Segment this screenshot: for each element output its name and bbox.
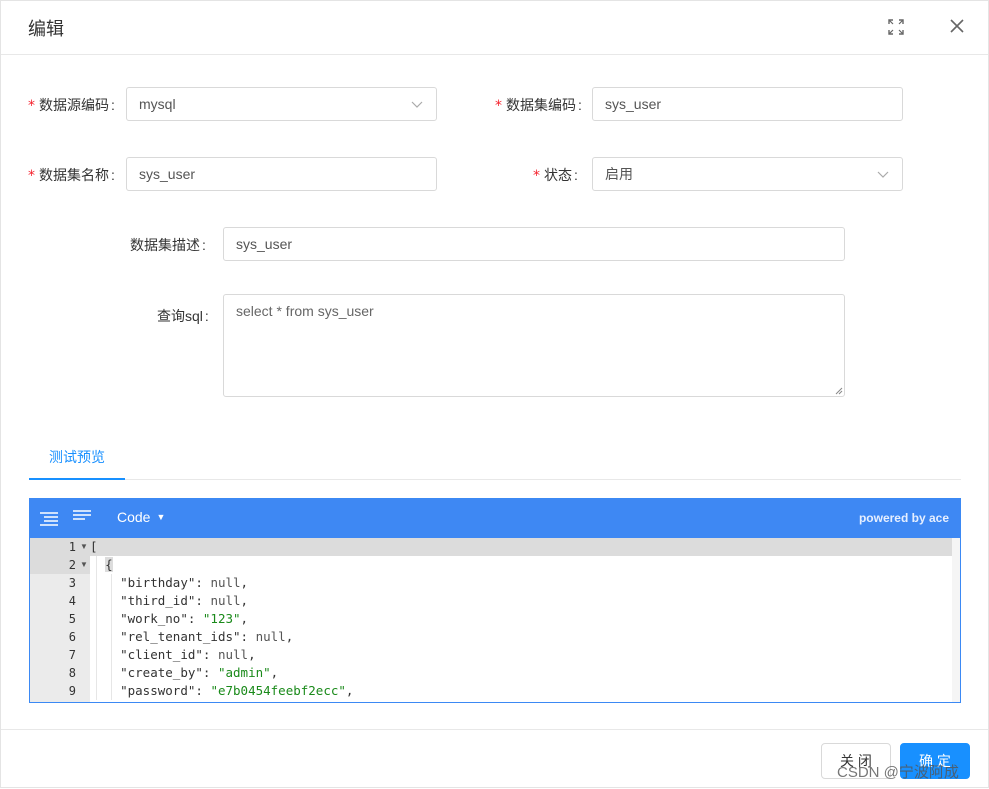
code-line: "rel_tenant_ids": null, xyxy=(120,629,294,644)
json-key: "rel_tenant_ids" xyxy=(120,629,241,644)
editor-scrollbar[interactable] xyxy=(952,538,960,702)
line-number: 8 xyxy=(68,666,76,680)
query-sql-label: 查询sql: xyxy=(157,308,209,324)
dialog-header: 编辑 xyxy=(1,1,988,55)
compact-icon[interactable] xyxy=(72,507,92,527)
code-line: [ xyxy=(90,538,952,556)
json-key: "client_id" xyxy=(120,647,203,662)
json-value: null xyxy=(210,575,241,590)
required-mark: * xyxy=(28,98,35,114)
dataset-desc-input[interactable]: sys_user xyxy=(223,227,845,261)
line-number: 9 xyxy=(68,684,76,698)
editor-gutter: 1 ▼ 2 ▼ 3 4 5 6 7 8 9 xyxy=(30,538,90,702)
code-line: "client_id": null, xyxy=(120,647,256,662)
status-label: * 状态: xyxy=(533,167,578,184)
edit-dialog: 编辑 * 数据源编码: mysql * 数据集编码: sys_user * 数据集名称… xyxy=(0,0,989,788)
query-sql-textarea[interactable]: select * from sys_user xyxy=(223,294,845,397)
code-line: { xyxy=(90,556,952,574)
json-key: "password" xyxy=(120,683,196,698)
json-key: "birthday" xyxy=(120,575,196,590)
json-key: "work_no" xyxy=(120,611,188,626)
datasource-code-value: mysql xyxy=(139,96,176,112)
preview-tabs: 测试预览 xyxy=(29,437,961,480)
json-value: "123" xyxy=(202,611,241,626)
dataset-code-input[interactable]: sys_user xyxy=(592,87,903,121)
json-value: "e7b0454feebf2ecc" xyxy=(210,683,346,698)
json-bracket: [ xyxy=(90,539,98,554)
json-key: "third_id" xyxy=(120,593,196,608)
status-select[interactable]: 启用 xyxy=(592,157,903,191)
powered-by-ace: powered by ace xyxy=(858,511,949,525)
status-value: 启用 xyxy=(605,166,633,182)
required-mark: * xyxy=(495,98,502,114)
json-value: "admin" xyxy=(217,665,271,680)
dataset-desc-label: 数据集描述: xyxy=(130,237,206,253)
datasource-code-select[interactable]: mysql xyxy=(126,87,437,121)
editor-toolbar: Code ▼ powered by ace xyxy=(30,499,960,538)
close-icon[interactable] xyxy=(948,17,966,35)
required-mark: * xyxy=(533,168,540,184)
code-line: "password": "e7b0454feebf2ecc", xyxy=(120,683,354,698)
dialog-title: 编辑 xyxy=(28,19,64,39)
chevron-down-icon xyxy=(877,171,889,178)
dataset-code-label: * 数据集编码: xyxy=(495,97,582,114)
line-number: 6 xyxy=(68,630,76,644)
fold-arrow-icon[interactable]: ▼ xyxy=(80,538,88,556)
json-bracket: { xyxy=(105,557,113,572)
dataset-name-label: * 数据集名称: xyxy=(28,167,115,184)
fullscreen-icon[interactable] xyxy=(887,18,905,36)
code-line: "third_id": null, xyxy=(120,593,249,608)
code-line: "work_no": "123", xyxy=(120,611,249,626)
caret-down-icon: ▼ xyxy=(156,512,166,522)
json-editor: Code ▼ powered by ace 1 ▼ 2 ▼ 3 4 5 6 7 8 9 [ { "bi… xyxy=(29,498,961,703)
json-value: null xyxy=(210,593,241,608)
code-line: "create_by": "admin", xyxy=(120,665,279,680)
datasource-code-label: * 数据源编码: xyxy=(28,97,115,114)
json-key: "create_by" xyxy=(120,665,203,680)
line-number: 5 xyxy=(68,612,76,626)
line-number: 4 xyxy=(68,594,76,608)
watermark: CSDN @宁波阿成 xyxy=(837,764,959,781)
json-value: null xyxy=(217,647,249,662)
line-number: 7 xyxy=(68,648,76,662)
resize-handle-icon[interactable] xyxy=(833,385,843,395)
code-line: "birthday": null, xyxy=(120,575,249,590)
chevron-down-icon xyxy=(411,101,423,108)
editor-code-area[interactable]: [ { "birthday": null, "third_id": null, … xyxy=(90,538,952,702)
dataset-name-input[interactable]: sys_user xyxy=(126,157,437,191)
line-number: 3 xyxy=(68,576,76,590)
json-value: null xyxy=(255,629,286,644)
required-mark: * xyxy=(28,168,35,184)
format-icon[interactable] xyxy=(39,509,59,529)
tab-test-preview[interactable]: 测试预览 xyxy=(29,437,125,480)
fold-arrow-icon[interactable]: ▼ xyxy=(80,556,88,574)
mode-dropdown[interactable]: Code ▼ xyxy=(117,509,165,525)
